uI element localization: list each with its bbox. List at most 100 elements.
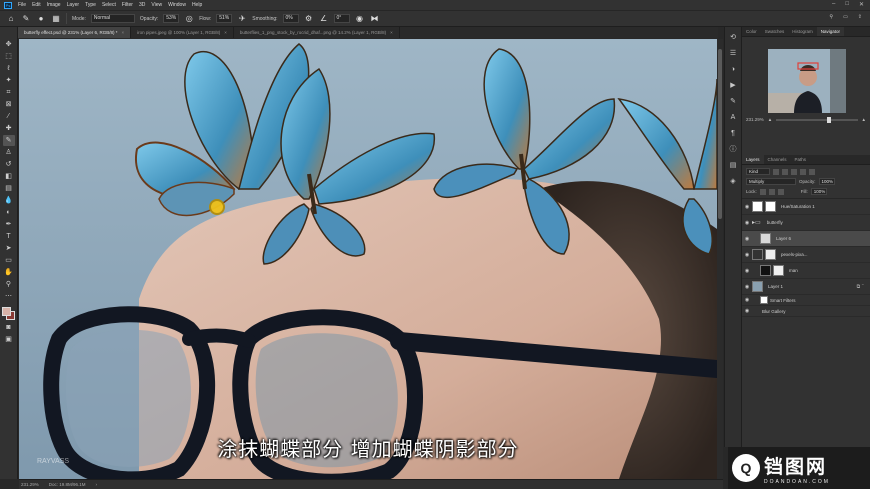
- marquee-tool-icon[interactable]: ⬚: [3, 51, 15, 62]
- tab-histogram[interactable]: Histogram: [788, 27, 817, 36]
- tab-layers[interactable]: Layers: [742, 155, 764, 164]
- quick-select-tool-icon[interactable]: ✦: [3, 75, 15, 86]
- layer-row[interactable]: ◉ pexels-pixa...: [742, 247, 870, 263]
- minimize-icon[interactable]: –: [832, 1, 835, 8]
- brush-size-icon[interactable]: ●: [36, 14, 46, 24]
- character-panel-icon[interactable]: A: [728, 113, 738, 123]
- visibility-eye-icon[interactable]: ◉: [742, 297, 752, 303]
- tab-butterfly-effect[interactable]: butterfly effect.psd @ 231% (Layer 6, RG…: [18, 27, 132, 38]
- scrollbar-thumb[interactable]: [718, 49, 722, 219]
- dodge-tool-icon[interactable]: ◐: [3, 207, 15, 218]
- angle-field[interactable]: 0°: [333, 14, 350, 23]
- shape-tool-icon[interactable]: ▭: [3, 255, 15, 266]
- blur-gallery-row[interactable]: ◉ Blur Gallery: [742, 306, 870, 317]
- menu-file[interactable]: File: [18, 2, 26, 8]
- path-select-tool-icon[interactable]: ➤: [3, 243, 15, 254]
- tab-butterflies-stock[interactable]: butterflies_1_png_stock_by_rocrid_dhaf..…: [234, 27, 400, 38]
- visibility-eye-icon[interactable]: ◉: [742, 204, 752, 210]
- zoom-tool-icon[interactable]: ⚲: [3, 279, 15, 290]
- status-arrow-icon[interactable]: ›: [96, 482, 98, 487]
- brush-preset-icon[interactable]: ✎: [21, 14, 31, 24]
- properties-panel-icon[interactable]: ☰: [728, 49, 738, 59]
- quick-mask-icon[interactable]: ◙: [3, 322, 15, 333]
- tab-navigator[interactable]: Navigator: [816, 27, 845, 36]
- menu-image[interactable]: Image: [47, 2, 61, 8]
- tab-close-icon[interactable]: ×: [390, 30, 393, 35]
- blur-tool-icon[interactable]: 💧: [3, 195, 15, 206]
- color-swatches[interactable]: [1, 307, 16, 321]
- eyedropper-tool-icon[interactable]: ⁄: [3, 111, 15, 122]
- navigator-zoom-slider[interactable]: [776, 116, 858, 123]
- airbrush-icon[interactable]: ✈: [237, 14, 247, 24]
- menu-3d[interactable]: 3D: [139, 2, 145, 8]
- visibility-eye-icon[interactable]: ◉: [742, 308, 752, 314]
- menu-layer[interactable]: Layer: [67, 2, 80, 8]
- lock-pixels-icon[interactable]: [759, 188, 766, 195]
- lasso-tool-icon[interactable]: ℓ: [3, 63, 15, 74]
- tab-close-icon[interactable]: ×: [122, 30, 125, 35]
- layer-row-selected[interactable]: ◉ Layer 6: [742, 231, 870, 247]
- menu-edit[interactable]: Edit: [32, 2, 41, 8]
- document-canvas[interactable]: RAYVASS 涂抹蝴蝶部分 增加蝴蝶阴影部分: [19, 39, 717, 479]
- info-panel-icon[interactable]: ⓘ: [728, 145, 738, 155]
- libraries-panel-icon[interactable]: ▤: [728, 161, 738, 171]
- search-icon[interactable]: ⚲: [829, 14, 833, 20]
- stamp-tool-icon[interactable]: ♙: [3, 147, 15, 158]
- tab-swatches[interactable]: Swatches: [761, 27, 789, 36]
- blend-mode-select[interactable]: Multiply: [746, 178, 796, 185]
- adjustments-panel-icon[interactable]: ◑: [728, 65, 738, 75]
- share-icon[interactable]: ⇪: [858, 14, 862, 20]
- visibility-eye-icon[interactable]: ◉: [742, 236, 752, 242]
- paragraph-panel-icon[interactable]: ¶: [728, 129, 738, 139]
- tab-color[interactable]: Color: [742, 27, 761, 36]
- type-tool-icon[interactable]: T: [3, 231, 15, 242]
- zoom-level[interactable]: 231.29%: [21, 482, 39, 487]
- tab-iron-pipes[interactable]: iron pipes.jpeg @ 100% (Layer 1, RGB/8) ×: [131, 27, 234, 38]
- workspace-icon[interactable]: ▭: [843, 14, 848, 20]
- slider-knob[interactable]: [826, 116, 831, 123]
- filter-adjustment-icon[interactable]: [782, 168, 788, 175]
- pressure-opacity-icon[interactable]: ◎: [184, 14, 194, 24]
- filter-pixel-icon[interactable]: [773, 168, 779, 175]
- smoothing-field[interactable]: 0%: [282, 14, 299, 23]
- history-brush-icon[interactable]: ↺: [3, 159, 15, 170]
- visibility-eye-icon[interactable]: ◉: [742, 268, 752, 274]
- tab-paths[interactable]: Paths: [791, 155, 811, 164]
- pen-tool-icon[interactable]: ✒: [3, 219, 15, 230]
- eraser-tool-icon[interactable]: ◧: [3, 171, 15, 182]
- home-icon[interactable]: ⌂: [6, 14, 16, 24]
- healing-tool-icon[interactable]: ✚: [3, 123, 15, 134]
- layer-row[interactable]: ◉ man: [742, 263, 870, 279]
- maximize-icon[interactable]: □: [845, 1, 849, 8]
- visibility-eye-icon[interactable]: ◉: [742, 220, 752, 226]
- filter-shape-icon[interactable]: [800, 168, 806, 175]
- opacity-field[interactable]: 53%: [163, 14, 180, 23]
- brush-panel-icon[interactable]: ✎: [728, 97, 738, 107]
- canvas-vertical-scrollbar[interactable]: [717, 39, 723, 479]
- filter-type-icon[interactable]: [791, 168, 797, 175]
- visibility-eye-icon[interactable]: ◉: [742, 252, 752, 258]
- lock-position-icon[interactable]: [768, 188, 775, 195]
- layer-row[interactable]: ◉ Hue/Saturation 1: [742, 199, 870, 215]
- layer-opacity-field[interactable]: 100%: [818, 178, 835, 185]
- layer-row[interactable]: ◉ ▸▭ butterfly: [742, 215, 870, 231]
- brush-settings-icon[interactable]: ▦: [51, 14, 61, 24]
- gradient-tool-icon[interactable]: ▤: [3, 183, 15, 194]
- menu-view[interactable]: View: [151, 2, 162, 8]
- navigator-zoom-value[interactable]: 231.29%: [746, 117, 764, 122]
- actions-panel-icon[interactable]: ▶: [728, 81, 738, 91]
- zoom-out-icon[interactable]: ▲: [768, 117, 772, 122]
- kind-filter-select[interactable]: Kind: [746, 168, 770, 175]
- menu-help[interactable]: Help: [192, 2, 202, 8]
- tab-close-icon[interactable]: ×: [224, 30, 227, 35]
- menu-window[interactable]: Window: [168, 2, 186, 8]
- frame-tool-icon[interactable]: ⊠: [3, 99, 15, 110]
- screen-mode-icon[interactable]: ▣: [3, 334, 15, 345]
- mode-select[interactable]: Normal: [90, 14, 135, 23]
- navigator-preview[interactable]: [768, 49, 846, 113]
- hand-tool-icon[interactable]: ✋: [3, 267, 15, 278]
- visibility-eye-icon[interactable]: ◉: [742, 284, 752, 290]
- crop-tool-icon[interactable]: ⌗: [3, 87, 15, 98]
- foreground-color-swatch[interactable]: [1, 307, 11, 316]
- smart-filters-row[interactable]: ◉ Smart Filters: [742, 295, 870, 306]
